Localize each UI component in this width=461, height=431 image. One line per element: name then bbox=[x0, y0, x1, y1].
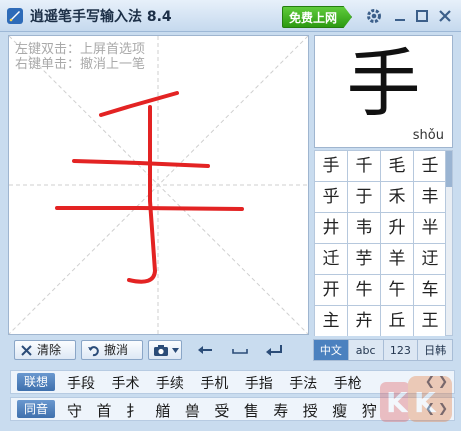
undo-button[interactable]: 撤消 bbox=[81, 340, 143, 360]
homophone-char[interactable]: 受 bbox=[214, 402, 229, 420]
recognized-character: 手 bbox=[346, 41, 421, 127]
candidate-char[interactable]: 禾 bbox=[381, 182, 413, 212]
enter-icon[interactable] bbox=[264, 342, 284, 358]
ink-stroke bbox=[127, 105, 157, 284]
canvas-guides-and-strokes bbox=[9, 36, 308, 334]
space-icon[interactable] bbox=[230, 342, 250, 358]
screenshot-button[interactable] bbox=[148, 340, 182, 360]
homophone-char[interactable]: 狩 bbox=[362, 402, 377, 420]
candidate-scrollbar[interactable] bbox=[445, 150, 453, 336]
association-word[interactable]: 手指 bbox=[245, 376, 273, 392]
homophone-char[interactable]: 扌 bbox=[126, 402, 141, 420]
candidate-char[interactable]: 芋 bbox=[348, 244, 380, 274]
association-word[interactable]: 手续 bbox=[156, 376, 184, 392]
mode-tab-123[interactable]: 123 bbox=[382, 339, 419, 361]
minimize-icon[interactable] bbox=[391, 7, 409, 25]
homophone-char[interactable]: 售 bbox=[244, 402, 259, 420]
candidate-char[interactable]: 丘 bbox=[381, 306, 413, 336]
settings-gear-icon[interactable] bbox=[365, 7, 383, 25]
svg-text:K: K bbox=[414, 386, 437, 419]
homophone-char[interactable]: 授 bbox=[303, 402, 318, 420]
backspace-arrow-icon[interactable] bbox=[196, 342, 216, 358]
candidate-char[interactable]: 牛 bbox=[348, 275, 380, 305]
candidate-char[interactable]: 开 bbox=[315, 275, 347, 305]
candidate-char[interactable]: 千 bbox=[348, 151, 380, 181]
candidate-char[interactable]: 主 bbox=[315, 306, 347, 336]
association-word[interactable]: 手段 bbox=[67, 376, 95, 392]
clear-button-label: 清除 bbox=[37, 343, 62, 357]
candidate-char[interactable]: 丰 bbox=[414, 182, 446, 212]
ink-stroke bbox=[72, 159, 210, 168]
candidate-char[interactable]: 卉 bbox=[348, 306, 380, 336]
candidate-char[interactable]: 迁 bbox=[315, 244, 347, 274]
association-label[interactable]: 联想 bbox=[17, 373, 55, 391]
candidate-char[interactable]: 韦 bbox=[348, 213, 380, 243]
association-words: 手段 手术 手续 手机 手指 手法 手枪 bbox=[67, 373, 374, 393]
dropdown-arrow-icon bbox=[172, 348, 179, 353]
candidate-char[interactable]: 升 bbox=[381, 213, 413, 243]
clear-x-icon bbox=[21, 345, 32, 356]
association-word[interactable]: 手枪 bbox=[334, 376, 362, 392]
mode-tab-abc[interactable]: abc bbox=[347, 339, 384, 361]
homophone-char[interactable]: 守 bbox=[67, 402, 82, 420]
homophone-char[interactable]: 瘦 bbox=[332, 402, 347, 420]
candidate-char[interactable]: 于 bbox=[348, 182, 380, 212]
candidate-char[interactable]: 车 bbox=[414, 275, 446, 305]
handwriting-canvas[interactable]: 左键双击：上屏首选项 右键单击：撤消上一笔 bbox=[8, 35, 309, 335]
undo-button-label: 撤消 bbox=[104, 343, 129, 357]
watermark-logo: K K bbox=[380, 376, 452, 422]
candidate-char[interactable]: 毛 bbox=[381, 151, 413, 181]
undo-arrow-icon bbox=[88, 346, 99, 357]
input-mode-tabs: 中文 abc 123 日韩 bbox=[313, 339, 453, 361]
candidate-char[interactable]: 井 bbox=[315, 213, 347, 243]
close-icon[interactable] bbox=[436, 7, 454, 25]
svg-text:K: K bbox=[386, 386, 409, 419]
association-word[interactable]: 手机 bbox=[200, 376, 228, 392]
candidate-char[interactable]: 午 bbox=[381, 275, 413, 305]
hint-right-click: 右键单击：撤消上一笔 bbox=[15, 57, 146, 72]
mode-tab-chinese[interactable]: 中文 bbox=[313, 339, 349, 361]
homophone-label[interactable]: 同音 bbox=[17, 400, 55, 418]
homophone-char[interactable]: 寿 bbox=[273, 402, 288, 420]
app-logo-icon bbox=[7, 8, 23, 24]
homophone-chars: 守 首 扌 艏 兽 受 售 寿 授 瘦 狩 bbox=[67, 400, 387, 421]
title-bar: 逍遥笔手写输入法 8.4 免费上网 bbox=[0, 0, 461, 32]
homophone-char[interactable]: 艏 bbox=[155, 402, 170, 420]
free-online-button[interactable]: 免费上网 bbox=[282, 6, 352, 28]
candidate-char[interactable]: 壬 bbox=[414, 151, 446, 181]
association-word[interactable]: 手法 bbox=[289, 376, 317, 392]
candidate-char[interactable]: 乎 bbox=[315, 182, 347, 212]
candidate-char[interactable]: 半 bbox=[414, 213, 446, 243]
candidate-char[interactable]: 羊 bbox=[381, 244, 413, 274]
candidate-char[interactable]: 手 bbox=[315, 151, 347, 181]
candidate-grid: 手 千 毛 壬 乎 于 禾 丰 井 韦 升 半 迁 芋 羊 迂 开 牛 午 车 … bbox=[314, 150, 446, 336]
window-title: 逍遥笔手写输入法 8.4 bbox=[30, 9, 172, 25]
clear-button[interactable]: 清除 bbox=[14, 340, 76, 360]
scrollbar-thumb[interactable] bbox=[446, 151, 452, 187]
homophone-char[interactable]: 首 bbox=[96, 402, 111, 420]
ink-stroke bbox=[99, 91, 179, 117]
pinyin: shǒu bbox=[412, 128, 444, 143]
association-word[interactable]: 手术 bbox=[111, 376, 139, 392]
homophone-char[interactable]: 兽 bbox=[185, 402, 200, 420]
maximize-icon[interactable] bbox=[413, 7, 431, 25]
mode-tab-japanese-korean[interactable]: 日韩 bbox=[417, 339, 453, 361]
candidate-char[interactable]: 迂 bbox=[414, 244, 446, 274]
recognized-char-panel: 手 shǒu bbox=[314, 35, 453, 148]
candidate-char[interactable]: 王 bbox=[414, 306, 446, 336]
camera-icon bbox=[154, 345, 168, 356]
